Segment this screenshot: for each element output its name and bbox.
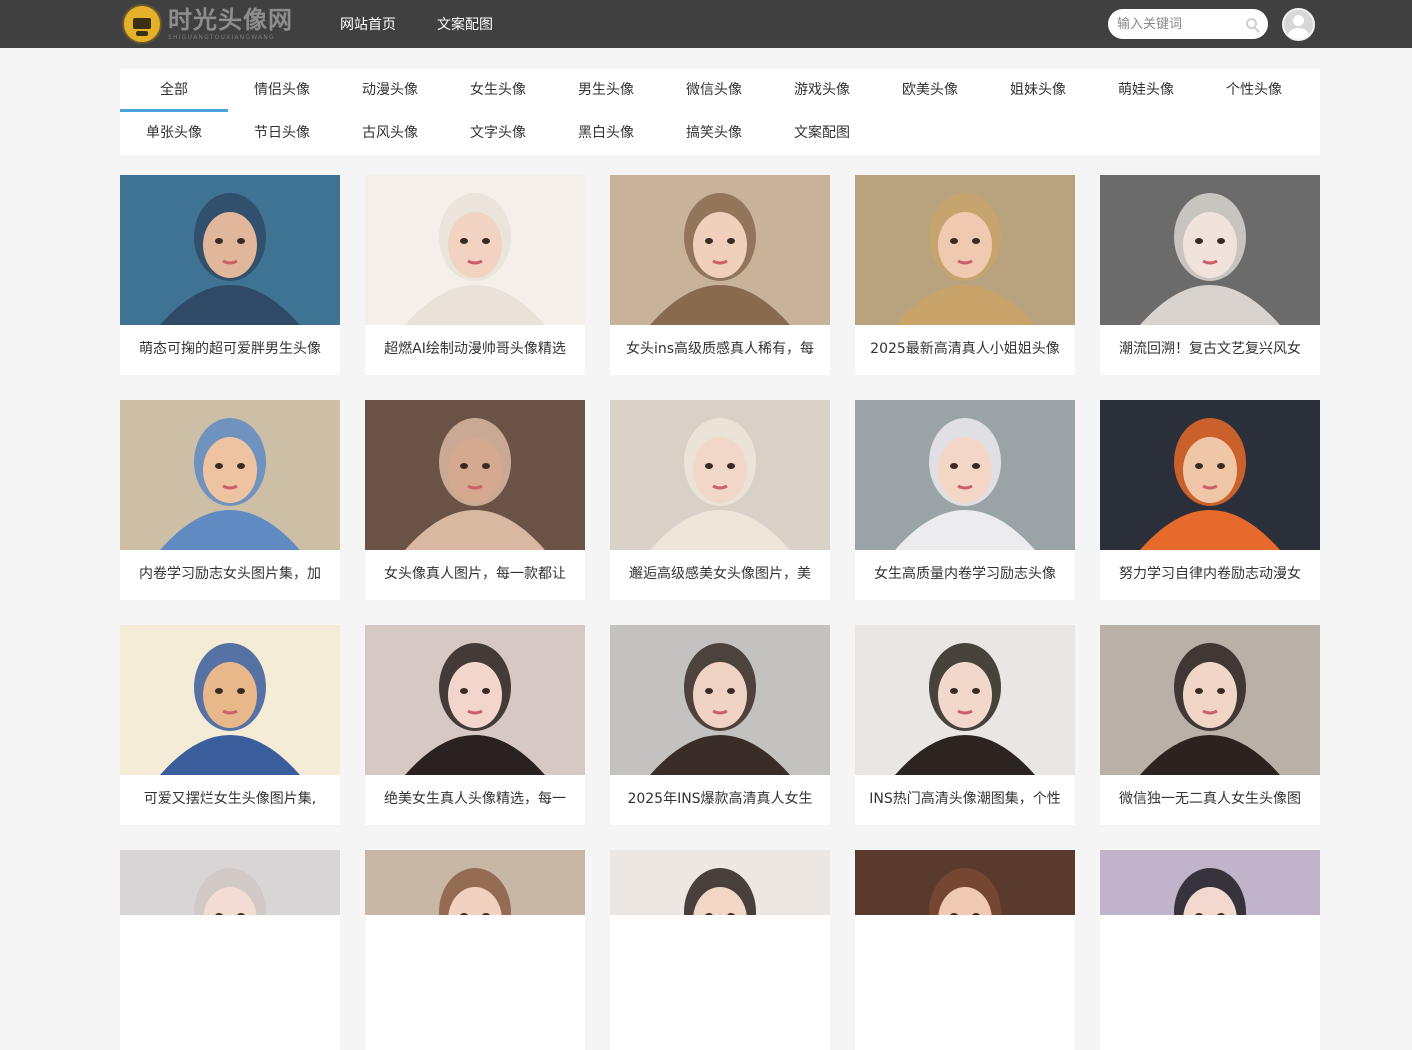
category-tab[interactable]: 节日头像 [228, 112, 336, 155]
avatar-card-title[interactable]: 努力学习自律内卷励志动漫女 [1100, 550, 1320, 600]
avatar-thumbnail[interactable] [365, 625, 585, 775]
avatar-card[interactable]: INS热门高清头像潮图集，个性 [855, 625, 1075, 825]
category-tab[interactable]: 文案配图 [768, 112, 876, 155]
logo-icon [122, 4, 162, 44]
avatar-card-title[interactable]: 超燃AI绘制动漫帅哥头像精选 [365, 325, 585, 375]
category-tab[interactable]: 情侣头像 [228, 69, 336, 112]
user-avatar[interactable] [1282, 8, 1315, 41]
avatar-card-title[interactable]: 女头ins高级质感真人稀有，每 [610, 325, 830, 375]
avatar-thumbnail[interactable] [120, 625, 340, 775]
search-icon[interactable] [1246, 18, 1257, 29]
avatar-card[interactable]: 潮流回溯！复古文艺复兴风女 [1100, 175, 1320, 375]
avatar-card-title[interactable]: 可爱又摆烂女生头像图片集, [120, 775, 340, 825]
category-tab[interactable]: 搞笑头像 [660, 112, 768, 155]
avatar-head-icon [1293, 15, 1304, 26]
logo-subtitle: SHIGUANGTOUXIANGWANG [168, 33, 275, 41]
category-tab[interactable]: 个性头像 [1200, 69, 1308, 112]
top-header: 时光头像网 SHIGUANGTOUXIANGWANG 网站首页 文案配图 [0, 0, 1412, 48]
avatar-thumbnail[interactable] [120, 400, 340, 550]
category-tabs: 全部 情侣头像 动漫头像 女生头像 男生头像 微信头像 游戏头像 欧美头像 姐妹头像 萌娃头像 个性… [120, 69, 1320, 155]
avatar-thumbnail[interactable] [1100, 175, 1320, 325]
avatar-thumbnail[interactable] [1100, 400, 1320, 550]
category-tab[interactable]: 萌娃头像 [1092, 69, 1200, 112]
avatar-card-title[interactable]: 邂逅高级感美女头像图片，美 [610, 550, 830, 600]
category-tab[interactable]: 古风头像 [336, 112, 444, 155]
avatar-thumbnail[interactable] [610, 625, 830, 775]
avatar-thumbnail[interactable] [1100, 850, 1320, 915]
avatar-thumbnail[interactable] [365, 175, 585, 325]
search-box [1108, 9, 1268, 39]
category-tab[interactable]: 姐妹头像 [984, 69, 1092, 112]
avatar-card[interactable]: 女头ins高级质感真人稀有，每 [610, 175, 830, 375]
category-tab[interactable]: 动漫头像 [336, 69, 444, 112]
avatar-card[interactable] [610, 850, 830, 1050]
category-tab[interactable]: 欧美头像 [876, 69, 984, 112]
avatar-card-title[interactable]: 内卷学习励志女头图片集，加 [120, 550, 340, 600]
avatar-card[interactable]: 绝美女生真人头像精选，每一 [365, 625, 585, 825]
site-logo[interactable]: 时光头像网 SHIGUANGTOUXIANGWANG [122, 2, 293, 46]
avatar-card[interactable]: 努力学习自律内卷励志动漫女 [1100, 400, 1320, 600]
avatar-card[interactable]: 萌态可掬的超可爱胖男生头像 [120, 175, 340, 375]
avatar-thumbnail[interactable] [855, 625, 1075, 775]
avatar-thumbnail[interactable] [365, 850, 585, 915]
category-tab[interactable]: 黑白头像 [552, 112, 660, 155]
avatar-card-title[interactable]: 女生高质量内卷学习励志头像 [855, 550, 1075, 600]
avatar-card-title[interactable]: 绝美女生真人头像精选，每一 [365, 775, 585, 825]
category-tab[interactable]: 游戏头像 [768, 69, 876, 112]
nav-copywriting-images[interactable]: 文案配图 [437, 14, 493, 34]
category-tab[interactable]: 微信头像 [660, 69, 768, 112]
avatar-card[interactable] [120, 850, 340, 1050]
avatar-card[interactable]: 微信独一无二真人女生头像图 [1100, 625, 1320, 825]
avatar-thumbnail[interactable] [610, 850, 830, 915]
avatar-thumbnail[interactable] [855, 175, 1075, 325]
category-tab[interactable]: 女生头像 [444, 69, 552, 112]
logo-title: 时光头像网 [168, 4, 293, 34]
avatar-thumbnail[interactable] [855, 400, 1075, 550]
avatar-card[interactable] [365, 850, 585, 1050]
avatar-card-title[interactable]: 2025年INS爆款高清真人女生 [610, 775, 830, 825]
avatar-card[interactable]: 可爱又摆烂女生头像图片集, [120, 625, 340, 825]
avatar-card[interactable]: 女生高质量内卷学习励志头像 [855, 400, 1075, 600]
avatar-card[interactable]: 女头像真人图片，每一款都让 [365, 400, 585, 600]
avatar-card[interactable]: 内卷学习励志女头图片集，加 [120, 400, 340, 600]
avatar-card-title[interactable]: 2025最新高清真人小姐姐头像 [855, 325, 1075, 375]
nav-home[interactable]: 网站首页 [340, 14, 396, 34]
avatar-card-title[interactable]: INS热门高清头像潮图集，个性 [855, 775, 1075, 825]
avatar-thumbnail[interactable] [120, 850, 340, 915]
category-tab[interactable]: 文字头像 [444, 112, 552, 155]
avatar-card[interactable]: 超燃AI绘制动漫帅哥头像精选 [365, 175, 585, 375]
avatar-card-title[interactable]: 微信独一无二真人女生头像图 [1100, 775, 1320, 825]
avatar-thumbnail[interactable] [610, 400, 830, 550]
avatar-card[interactable] [1100, 850, 1320, 1050]
avatar-thumbnail[interactable] [120, 175, 340, 325]
avatar-body-icon [1288, 28, 1309, 39]
avatar-card-title[interactable]: 女头像真人图片，每一款都让 [365, 550, 585, 600]
avatar-thumbnail[interactable] [365, 400, 585, 550]
category-tab[interactable]: 男生头像 [552, 69, 660, 112]
avatar-card-title[interactable]: 潮流回溯！复古文艺复兴风女 [1100, 325, 1320, 375]
main-nav: 网站首页 文案配图 [340, 0, 534, 48]
avatar-card[interactable] [855, 850, 1075, 1050]
avatar-thumbnail[interactable] [1100, 625, 1320, 775]
avatar-card[interactable]: 2025最新高清真人小姐姐头像 [855, 175, 1075, 375]
category-tab[interactable]: 单张头像 [120, 112, 228, 155]
avatar-thumbnail[interactable] [855, 850, 1075, 915]
category-tab[interactable]: 全部 [120, 69, 228, 112]
avatar-card[interactable]: 邂逅高级感美女头像图片，美 [610, 400, 830, 600]
avatar-card-title[interactable]: 萌态可掬的超可爱胖男生头像 [120, 325, 340, 375]
avatar-card[interactable]: 2025年INS爆款高清真人女生 [610, 625, 830, 825]
avatar-thumbnail[interactable] [610, 175, 830, 325]
search-input[interactable] [1108, 9, 1234, 39]
